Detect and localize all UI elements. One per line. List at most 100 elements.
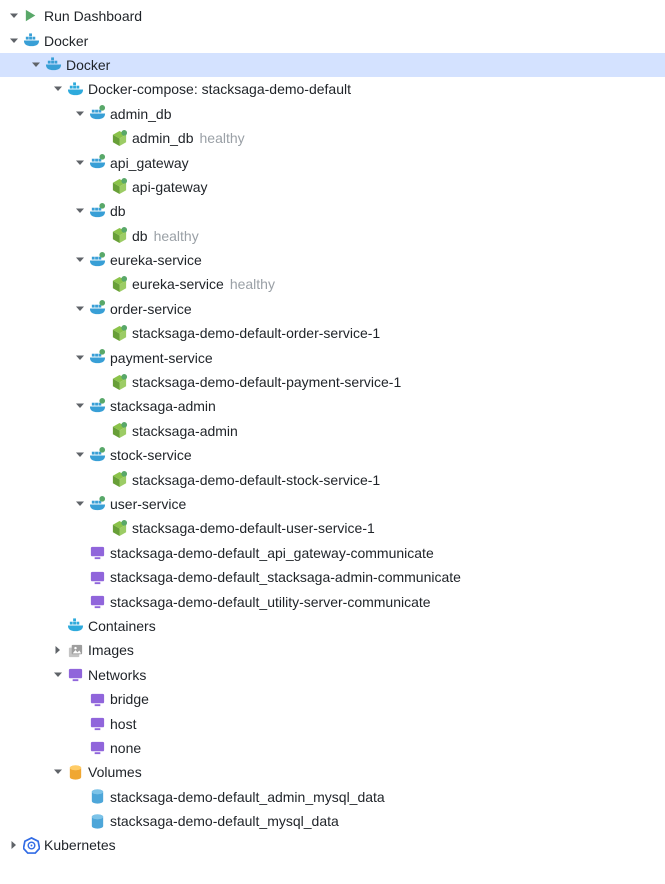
kubernetes-icon bbox=[22, 836, 40, 854]
compose-network-name: stacksaga-demo-default_api_gateway-commu… bbox=[110, 545, 434, 561]
tree-item-kubernetes[interactable]: Kubernetes bbox=[0, 833, 665, 857]
expand-arrow-icon[interactable] bbox=[72, 398, 88, 414]
service-name: stacksaga-admin bbox=[110, 398, 216, 414]
tree-item-networks[interactable]: Networks bbox=[0, 663, 665, 687]
network-name: bridge bbox=[110, 691, 149, 707]
container-icon bbox=[110, 471, 128, 489]
run-dashboard-label: Run Dashboard bbox=[44, 8, 142, 24]
kubernetes-label: Kubernetes bbox=[44, 837, 116, 853]
tree-item-run-dashboard[interactable]: Run Dashboard bbox=[0, 4, 665, 28]
expand-arrow-icon[interactable] bbox=[6, 837, 22, 853]
container-icon bbox=[110, 373, 128, 391]
tree-item-service-api_gateway[interactable]: api_gateway bbox=[0, 150, 665, 174]
container-name: stacksaga-demo-default-payment-service-1 bbox=[132, 374, 401, 390]
tree-item-compose-network-2[interactable]: stacksaga-demo-default_utility-server-co… bbox=[0, 589, 665, 613]
compose-label: Docker-compose: stacksaga-demo-default bbox=[88, 81, 351, 97]
network-icon bbox=[88, 568, 106, 586]
docker-icon bbox=[22, 32, 40, 50]
docker-root-label: Docker bbox=[44, 33, 88, 49]
images-label: Images bbox=[88, 642, 134, 658]
expand-arrow-icon[interactable] bbox=[6, 33, 22, 49]
tree-item-service-order[interactable]: order-service bbox=[0, 297, 665, 321]
container-icon bbox=[110, 275, 128, 293]
compose-icon bbox=[66, 80, 84, 98]
status-text: healthy bbox=[200, 130, 245, 146]
tree-item-service-admin_db[interactable]: admin_db bbox=[0, 102, 665, 126]
expand-arrow-icon[interactable] bbox=[72, 155, 88, 171]
tree-item-service-user[interactable]: user-service bbox=[0, 492, 665, 516]
tree-item-container-admin_db[interactable]: admin_dbhealthy bbox=[0, 126, 665, 150]
tree-item-docker-root[interactable]: Docker bbox=[0, 28, 665, 52]
tree-item-volume-0[interactable]: stacksaga-demo-default_admin_mysql_data bbox=[0, 785, 665, 809]
tree-item-compose[interactable]: Docker-compose: stacksaga-demo-default bbox=[0, 77, 665, 101]
tree-item-container-api_gateway[interactable]: api-gateway bbox=[0, 175, 665, 199]
expand-arrow-icon[interactable] bbox=[28, 57, 44, 73]
container-name: eureka-service bbox=[132, 276, 224, 292]
service-icon bbox=[88, 154, 106, 172]
network-icon bbox=[88, 690, 106, 708]
container-icon bbox=[110, 227, 128, 245]
tree-item-service-stock[interactable]: stock-service bbox=[0, 443, 665, 467]
network-icon bbox=[66, 666, 84, 684]
container-name: stacksaga-demo-default-order-service-1 bbox=[132, 325, 380, 341]
volume-icon bbox=[88, 788, 106, 806]
networks-label: Networks bbox=[88, 667, 146, 683]
containers-icon bbox=[66, 617, 84, 635]
container-icon bbox=[110, 519, 128, 537]
tree-item-service-eureka[interactable]: eureka-service bbox=[0, 248, 665, 272]
tree-item-compose-network-0[interactable]: stacksaga-demo-default_api_gateway-commu… bbox=[0, 541, 665, 565]
tree-item-compose-network-1[interactable]: stacksaga-demo-default_stacksaga-admin-c… bbox=[0, 565, 665, 589]
service-name: api_gateway bbox=[110, 155, 189, 171]
docker-conn-label: Docker bbox=[66, 57, 110, 73]
expand-arrow-icon[interactable] bbox=[72, 496, 88, 512]
service-name: user-service bbox=[110, 496, 186, 512]
tree-item-container-user[interactable]: stacksaga-demo-default-user-service-1 bbox=[0, 516, 665, 540]
volumes-label: Volumes bbox=[88, 764, 142, 780]
expand-arrow-icon[interactable] bbox=[72, 106, 88, 122]
tree-item-service-db[interactable]: db bbox=[0, 199, 665, 223]
tree-item-network-0[interactable]: bridge bbox=[0, 687, 665, 711]
network-name: host bbox=[110, 716, 136, 732]
expand-arrow-icon[interactable] bbox=[72, 447, 88, 463]
images-icon bbox=[66, 641, 84, 659]
tree-item-containers[interactable]: Containers bbox=[0, 614, 665, 638]
container-name: stacksaga-admin bbox=[132, 423, 238, 439]
containers-label: Containers bbox=[88, 618, 156, 634]
tree-item-images[interactable]: Images bbox=[0, 638, 665, 662]
expand-arrow-icon[interactable] bbox=[50, 642, 66, 658]
service-icon bbox=[88, 202, 106, 220]
expand-arrow-icon[interactable] bbox=[72, 252, 88, 268]
expand-arrow-icon[interactable] bbox=[72, 301, 88, 317]
tree-item-volume-1[interactable]: stacksaga-demo-default_mysql_data bbox=[0, 809, 665, 833]
network-icon bbox=[88, 715, 106, 733]
tree-item-container-order[interactable]: stacksaga-demo-default-order-service-1 bbox=[0, 321, 665, 345]
expand-arrow-icon[interactable] bbox=[50, 81, 66, 97]
container-icon bbox=[110, 324, 128, 342]
volume-name: stacksaga-demo-default_mysql_data bbox=[110, 813, 339, 829]
tree-item-network-2[interactable]: none bbox=[0, 736, 665, 760]
tree-item-container-stacksaga_admin[interactable]: stacksaga-admin bbox=[0, 419, 665, 443]
tree-item-container-payment[interactable]: stacksaga-demo-default-payment-service-1 bbox=[0, 370, 665, 394]
service-name: eureka-service bbox=[110, 252, 202, 268]
tree-item-service-payment[interactable]: payment-service bbox=[0, 345, 665, 369]
expand-arrow-icon[interactable] bbox=[50, 764, 66, 780]
expand-arrow-icon[interactable] bbox=[6, 8, 22, 24]
tree-item-network-1[interactable]: host bbox=[0, 711, 665, 735]
tree-item-service-stacksaga_admin[interactable]: stacksaga-admin bbox=[0, 394, 665, 418]
tree-item-docker-connection[interactable]: Docker bbox=[0, 53, 665, 77]
tree-item-container-eureka[interactable]: eureka-servicehealthy bbox=[0, 272, 665, 296]
network-icon bbox=[88, 544, 106, 562]
service-icon bbox=[88, 105, 106, 123]
expand-arrow-icon[interactable] bbox=[72, 203, 88, 219]
container-name: db bbox=[132, 228, 148, 244]
compose-network-name: stacksaga-demo-default_stacksaga-admin-c… bbox=[110, 569, 461, 585]
network-icon bbox=[88, 593, 106, 611]
tree-item-container-stock[interactable]: stacksaga-demo-default-stock-service-1 bbox=[0, 467, 665, 491]
expand-arrow-icon[interactable] bbox=[72, 350, 88, 366]
tree-item-container-db[interactable]: dbhealthy bbox=[0, 224, 665, 248]
network-icon bbox=[88, 739, 106, 757]
service-icon bbox=[88, 349, 106, 367]
expand-arrow-icon[interactable] bbox=[50, 667, 66, 683]
volume-name: stacksaga-demo-default_admin_mysql_data bbox=[110, 789, 385, 805]
tree-item-volumes[interactable]: Volumes bbox=[0, 760, 665, 784]
